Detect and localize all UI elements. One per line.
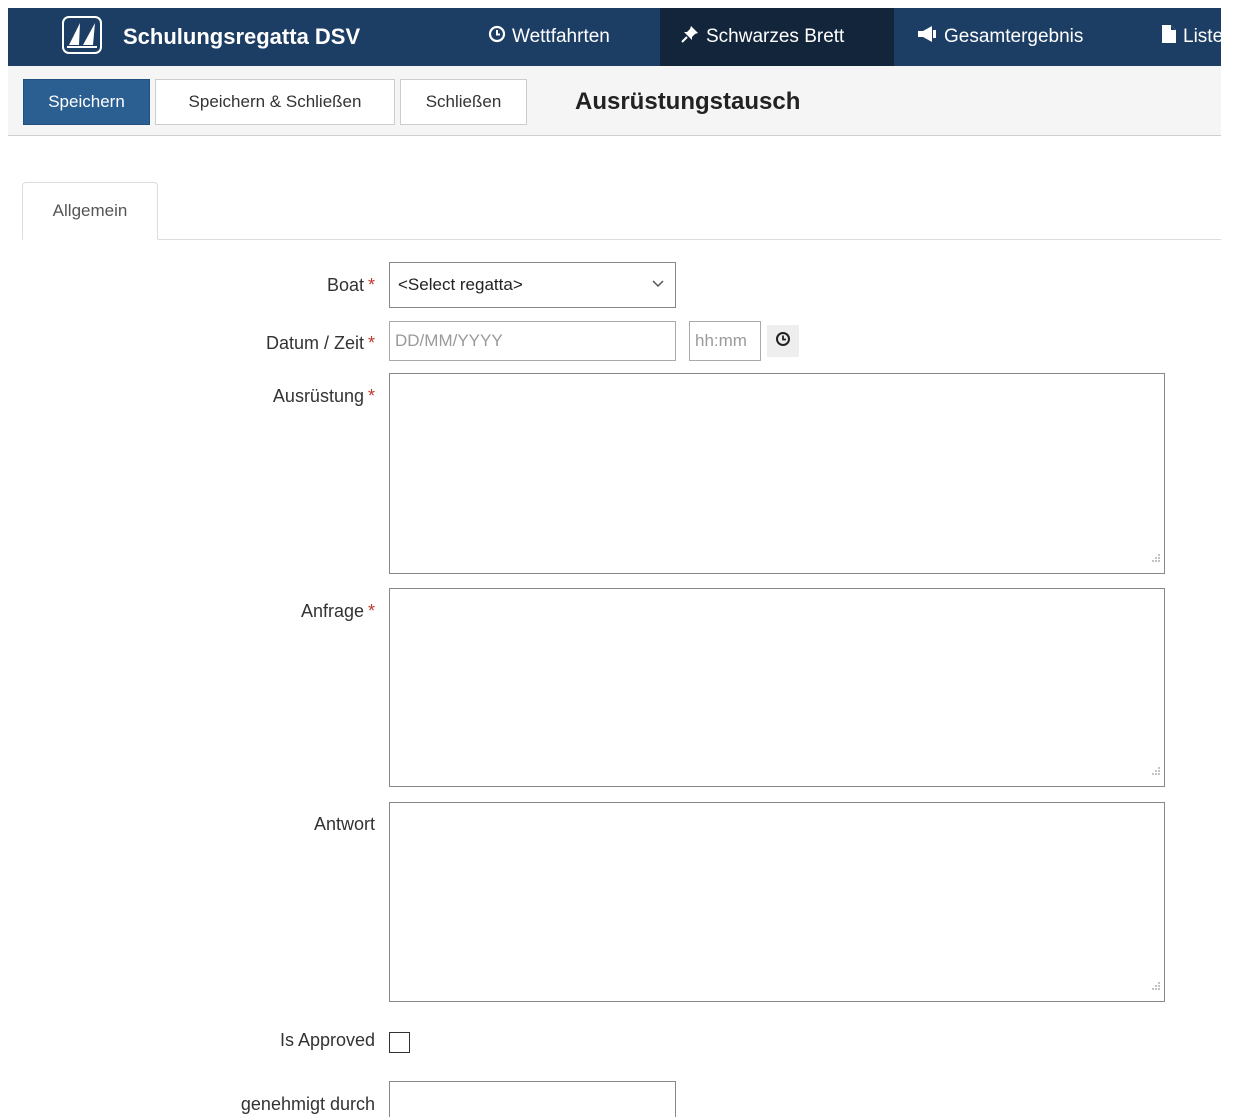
clock-icon <box>775 331 791 352</box>
pin-icon <box>680 24 700 50</box>
equipment-label-text: Ausrüstung <box>272 386 364 406</box>
resize-grip-icon[interactable] <box>1150 976 1160 997</box>
required-marker: * <box>367 601 375 621</box>
save-button[interactable]: Speichern <box>23 79 150 125</box>
page-title: Ausrüstungstausch <box>575 88 801 115</box>
request-label-text: Anfrage <box>300 601 364 621</box>
close-button[interactable]: Schließen <box>400 79 527 125</box>
nav-item-wettfahrten[interactable]: Wettfahrten <box>478 8 660 66</box>
nav-item-listen[interactable]: Listen <box>1137 8 1221 66</box>
resize-grip-icon[interactable] <box>1150 761 1160 782</box>
nav-item-label: Wettfahrten <box>512 26 610 47</box>
equipment-textarea[interactable] <box>389 373 1165 574</box>
toolbar: Speichern Speichern & Schließen Schließe… <box>8 66 1221 136</box>
boat-select[interactable]: <Select regatta> <box>389 262 676 308</box>
boat-label-text: Boat <box>326 275 364 295</box>
request-textarea[interactable] <box>389 588 1165 787</box>
approved-checkbox[interactable] <box>389 1032 410 1053</box>
top-navbar: Schulungsregatta DSV Wettfahrten Schwarz… <box>8 8 1221 66</box>
approved-by-label-text: genehmigt durch <box>240 1094 375 1114</box>
boat-label: Boat * <box>327 275 375 296</box>
chevron-down-icon <box>651 275 665 295</box>
nav-item-label: Gesamtergebnis <box>944 26 1084 47</box>
answer-textarea[interactable] <box>389 802 1165 1002</box>
regatta-logo-icon[interactable] <box>62 16 102 54</box>
required-marker: * <box>367 275 375 295</box>
file-icon <box>1161 24 1177 50</box>
resize-grip-icon[interactable] <box>1150 548 1160 569</box>
approved-label-text: Is Approved <box>279 1030 375 1050</box>
nav-item-label: Schwarzes Brett <box>706 26 845 47</box>
boat-select-value: <Select regatta> <box>398 275 523 294</box>
datetime-label-text: Datum / Zeit <box>265 333 364 353</box>
nav-item-gesamtergebnis[interactable]: Gesamtergebnis <box>894 8 1137 66</box>
approved-label: Is Approved <box>280 1030 375 1051</box>
time-picker-button[interactable] <box>767 325 799 357</box>
clock-icon <box>488 25 506 49</box>
required-marker: * <box>367 333 375 353</box>
brand-title[interactable]: Schulungsregatta DSV <box>123 24 360 50</box>
approved-by-input[interactable] <box>389 1081 676 1117</box>
nav-item-label: Listen <box>1183 26 1221 47</box>
approved-by-label: genehmigt durch <box>241 1094 375 1115</box>
tabs-divider <box>22 239 1221 240</box>
nav-item-schwarzes-brett[interactable]: Schwarzes Brett <box>660 8 894 66</box>
datetime-label: Datum / Zeit * <box>266 333 375 354</box>
equipment-label: Ausrüstung * <box>273 386 375 407</box>
answer-label: Antwort <box>314 814 375 835</box>
answer-label-text: Antwort <box>313 814 375 834</box>
request-label: Anfrage * <box>301 601 375 622</box>
time-input[interactable] <box>689 321 761 361</box>
tab-allgemein[interactable]: Allgemein <box>22 182 158 240</box>
date-input[interactable] <box>389 321 676 361</box>
megaphone-icon <box>916 25 938 49</box>
required-marker: * <box>367 386 375 406</box>
save-and-close-button[interactable]: Speichern & Schließen <box>155 79 395 125</box>
